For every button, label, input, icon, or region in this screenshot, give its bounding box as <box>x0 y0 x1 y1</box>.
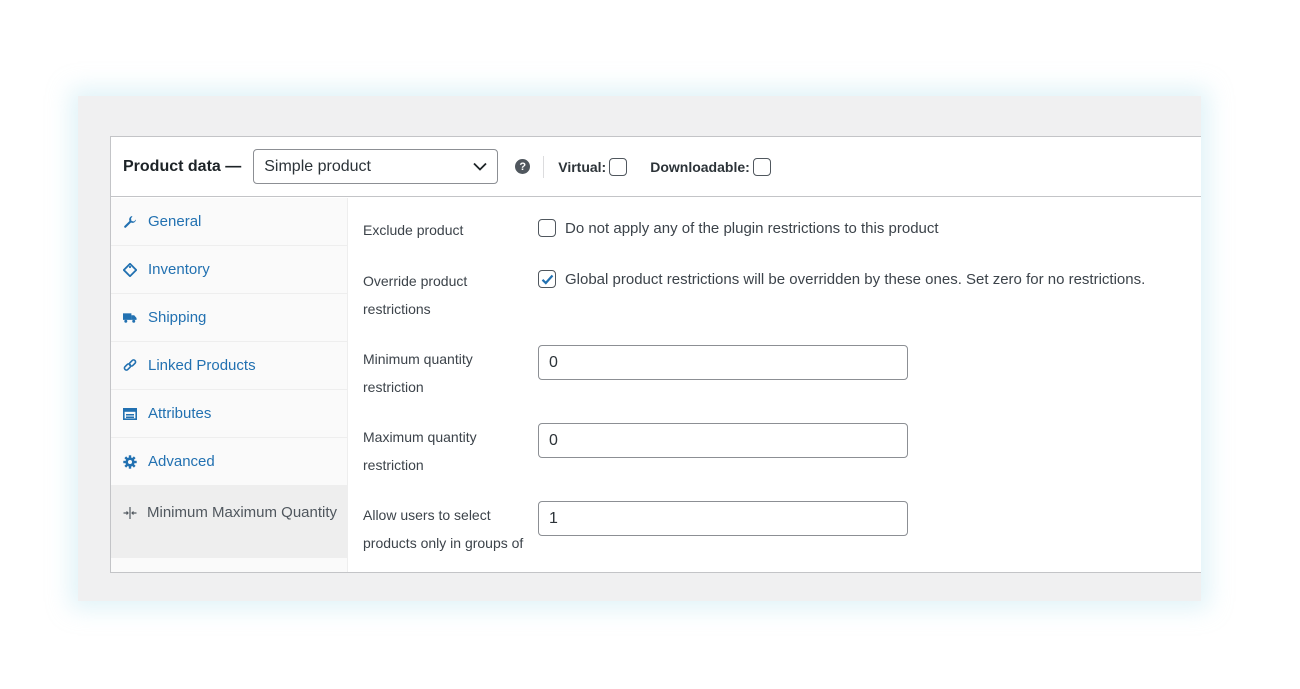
virtual-option: Virtual: <box>558 157 628 176</box>
downloadable-checkbox[interactable] <box>752 157 771 176</box>
exclude-product-checkbox[interactable] <box>538 219 556 237</box>
group-of-label: Allow users to select products only in g… <box>363 507 524 551</box>
downloadable-option: Downloadable: <box>650 157 771 176</box>
max-quantity-input[interactable]: 0 <box>538 423 908 458</box>
downloadable-label: Downloadable: <box>650 158 750 175</box>
metabox-header: Product data — Simple product ? Virtual:… <box>111 137 1201 197</box>
exclude-product-label: Exclude product <box>363 222 464 238</box>
virtual-label: Virtual: <box>558 158 607 175</box>
tab-attributes[interactable]: Attributes <box>111 390 347 438</box>
tab-general[interactable]: General <box>111 198 347 246</box>
tab-linked-products-label: Linked Products <box>148 357 256 374</box>
tab-min-max-quantity[interactable]: Minimum Maximum Quantity <box>111 486 347 558</box>
group-of-input[interactable]: 1 <box>538 501 908 536</box>
max-quantity-label: Maximum quantity restriction <box>363 429 477 473</box>
override-restrictions-option: Global product restrictions will be over… <box>538 270 1145 288</box>
product-data-tabs: General Inventory Shipping Linked Produc… <box>111 198 348 572</box>
tab-inventory[interactable]: Inventory <box>111 246 347 294</box>
virtual-checkbox[interactable] <box>609 157 628 176</box>
tab-shipping[interactable]: Shipping <box>111 294 347 342</box>
tab-attributes-label: Attributes <box>148 405 212 422</box>
min-max-icon <box>123 506 137 520</box>
tab-linked-products[interactable]: Linked Products <box>111 342 347 390</box>
min-quantity-label: Minimum quantity restriction <box>363 351 473 395</box>
product-type-value: Simple product <box>264 157 371 175</box>
tab-general-label: General <box>148 213 202 230</box>
exclude-product-description: Do not apply any of the plugin restricti… <box>565 219 939 237</box>
tab-min-max-quantity-label: Minimum Maximum Quantity <box>147 504 338 521</box>
product-data-metabox: Product data — Simple product ? Virtual:… <box>110 136 1201 573</box>
tag-icon <box>123 262 137 277</box>
product-type-select[interactable]: Simple product <box>253 149 499 184</box>
exclude-product-option: Do not apply any of the plugin restricti… <box>538 219 939 237</box>
override-restrictions-label: Override product restrictions <box>363 273 468 317</box>
tab-advanced-label: Advanced <box>148 453 215 470</box>
screenshot-frame: Product data — Simple product ? Virtual:… <box>78 96 1201 601</box>
help-icon[interactable]: ? <box>515 159 531 174</box>
min-quantity-input[interactable]: 0 <box>538 345 908 380</box>
override-restrictions-checkbox[interactable] <box>538 270 556 288</box>
header-divider <box>543 155 545 178</box>
min-max-panel: Exclude product Do not apply any of the … <box>348 198 1201 572</box>
truck-icon <box>123 311 137 325</box>
gear-icon <box>123 454 137 469</box>
override-restrictions-description: Global product restrictions will be over… <box>565 270 1146 288</box>
tab-shipping-label: Shipping <box>148 309 207 326</box>
list-icon <box>123 407 137 421</box>
checkmark-icon <box>541 274 553 285</box>
chevron-down-icon <box>473 158 487 176</box>
wrench-icon <box>123 215 137 229</box>
tab-advanced[interactable]: Advanced <box>111 438 347 486</box>
tab-inventory-label: Inventory <box>148 261 210 278</box>
metabox-title: Product data — <box>123 157 242 175</box>
link-icon <box>123 358 137 373</box>
